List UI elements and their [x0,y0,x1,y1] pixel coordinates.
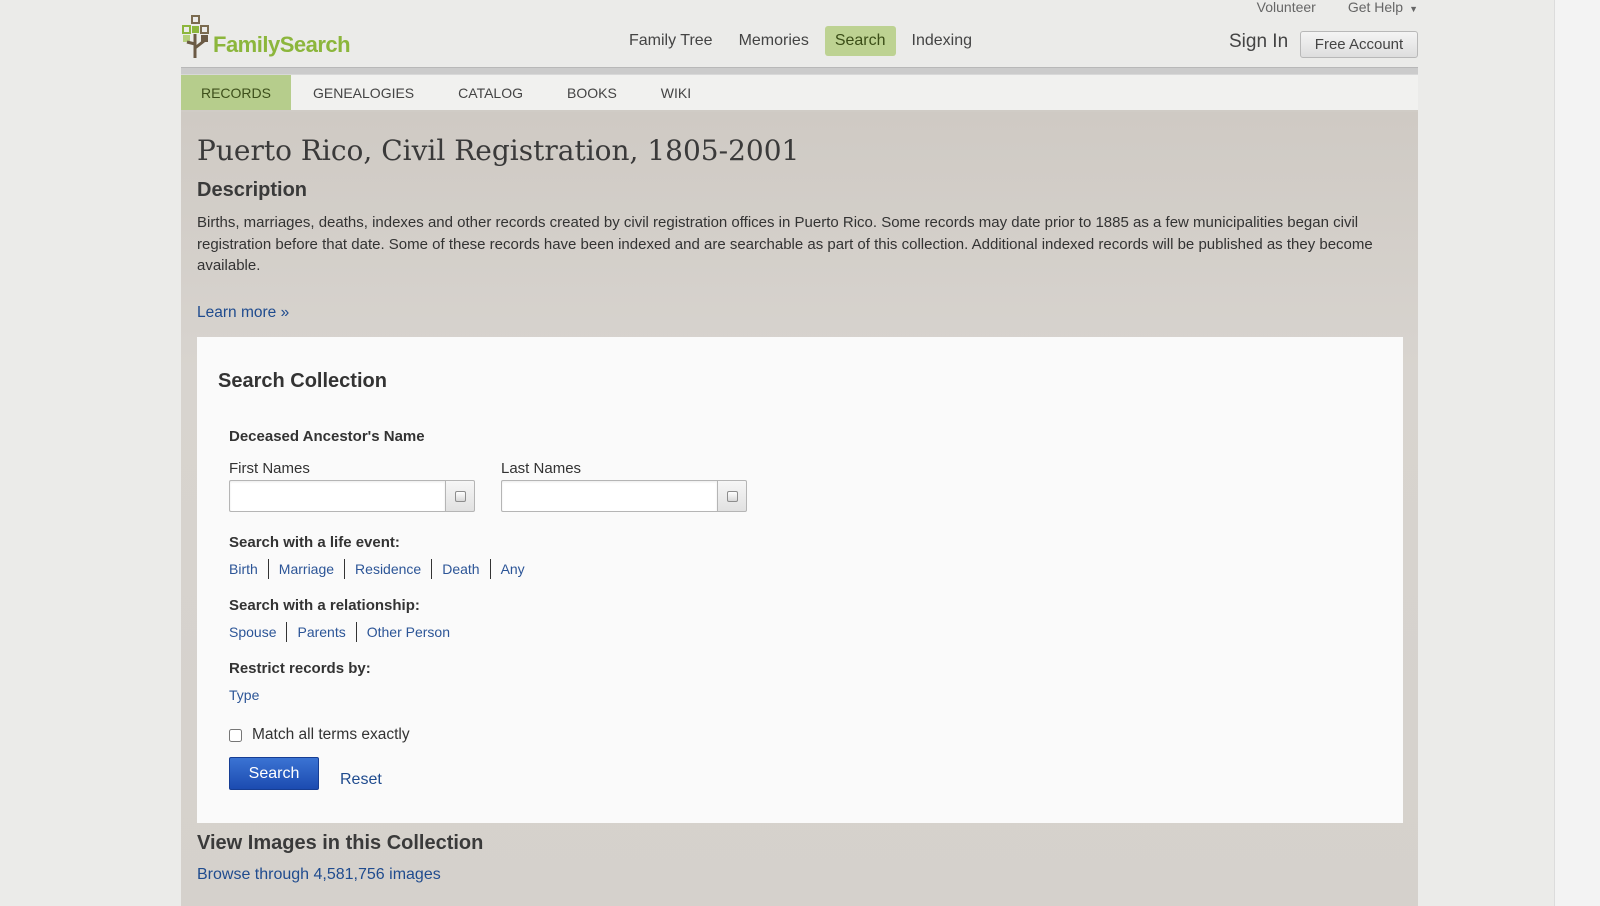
last-names-field-group [501,480,747,512]
life-event-death-link[interactable]: Death [431,559,489,579]
relationship-spouse-link[interactable]: Spouse [229,622,286,642]
life-event-residence-link[interactable]: Residence [344,559,431,579]
description-heading: Description [197,179,308,201]
logo-wordmark: FamilySearch [213,32,351,57]
life-event-links: Birth Marriage Residence Death Any [229,559,535,579]
view-images-heading: View Images in this Collection [197,832,484,854]
description-text: Births, marriages, deaths, indexes and o… [197,214,1373,274]
utility-links: Volunteer Get Help ▼ [1257,0,1418,15]
nav-family-tree[interactable]: Family Tree [619,26,723,56]
match-exact-checkbox[interactable] [229,728,242,742]
life-event-label: Search with a life event: [229,534,400,551]
ancestor-name-heading: Deceased Ancestor's Name [229,428,425,445]
tab-books[interactable]: BOOKS [545,75,639,110]
restrict-label: Restrict records by: [229,660,371,677]
records-sub-nav: RECORDS GENEALOGIES CATALOG BOOKS WIKI [181,75,1418,112]
sign-in-link[interactable]: Sign In [1229,31,1288,53]
volunteer-link[interactable]: Volunteer [1257,0,1316,15]
relationship-label: Search with a relationship: [229,597,420,614]
reset-link[interactable]: Reset [340,771,382,789]
restrict-links: Type [229,685,269,705]
life-event-birth-link[interactable]: Birth [229,559,268,579]
main-nav: Family Tree Memories Search Indexing [619,26,982,56]
relationship-other-person-link[interactable]: Other Person [355,622,460,642]
first-names-exact-toggle[interactable] [445,480,475,512]
caret-down-icon: ▼ [1409,4,1418,14]
tab-catalog[interactable]: CATALOG [436,75,545,110]
restrict-type-link[interactable]: Type [229,685,269,705]
checkbox-icon [726,490,738,502]
familysearch-logo[interactable]: FamilySearch [181,12,351,60]
browse-images-link[interactable]: Browse through 4,581,756 images [197,866,441,884]
site-header: FamilySearch Volunteer Get Help ▼ Family … [181,0,1418,67]
relationship-parents-link[interactable]: Parents [286,622,355,642]
header-divider [181,67,1418,75]
tab-wiki[interactable]: WIKI [639,75,713,110]
free-account-button[interactable]: Free Account [1300,31,1418,58]
collection-content: Puerto Rico, Civil Registration, 1805-20… [181,112,1418,906]
learn-more-link[interactable]: Learn more » [197,304,289,322]
page: FamilySearch Volunteer Get Help ▼ Family … [181,0,1418,906]
checkbox-icon [454,490,466,502]
search-collection-panel: Search Collection Deceased Ancestor's Na… [197,337,1403,823]
life-event-any-link[interactable]: Any [489,559,535,579]
last-names-exact-toggle[interactable] [717,480,747,512]
match-exact-option[interactable]: Match all terms exactly [229,726,410,744]
nav-search[interactable]: Search [824,26,896,56]
relationship-links: Spouse Parents Other Person [229,622,460,642]
first-names-label: First Names [229,460,310,477]
get-help-link[interactable]: Get Help ▼ [1348,0,1418,15]
page-title: Puerto Rico, Civil Registration, 1805-20… [197,134,800,167]
nav-memories[interactable]: Memories [729,26,819,56]
last-names-input[interactable] [501,480,717,512]
tab-genealogies[interactable]: GENEALOGIES [291,75,436,110]
first-names-input[interactable] [229,480,445,512]
nav-indexing[interactable]: Indexing [902,26,983,56]
search-collection-title: Search Collection [218,370,387,392]
tree-logo-icon [182,15,209,58]
last-names-label: Last Names [501,460,582,477]
search-button[interactable]: Search [229,757,319,790]
first-names-field-group [229,480,475,512]
get-help-label: Get Help [1347,0,1404,15]
match-exact-label: Match all terms exactly [252,726,410,743]
life-event-marriage-link[interactable]: Marriage [267,559,344,579]
tab-records[interactable]: RECORDS [181,75,291,110]
window-edge-strip [1554,0,1600,906]
